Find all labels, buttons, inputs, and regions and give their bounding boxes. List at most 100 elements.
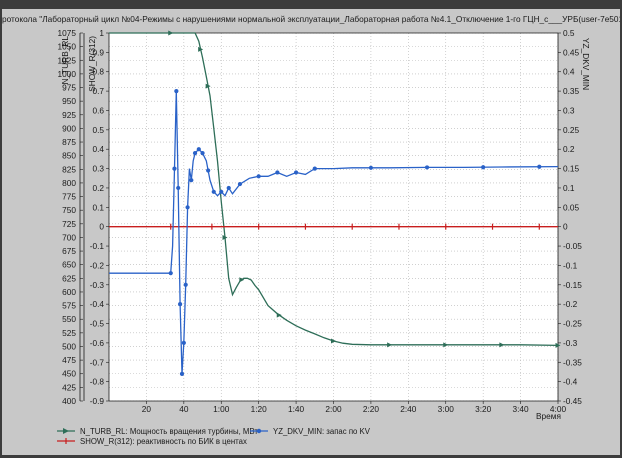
x-tick-label: 3:00 xyxy=(438,404,455,414)
legend-item-yz-dkv: YZ_DKV_MIN: запас по KV xyxy=(250,427,371,436)
y2-tick-label: 1 xyxy=(99,28,104,38)
legend-item-n-turb: N_TURB_RL: Мощность вращения турбины, МВ… xyxy=(57,427,258,436)
x-tick-label: 1:00 xyxy=(213,404,230,414)
y-tick-label: 825 xyxy=(62,164,76,174)
legend-label-yz-dkv: YZ_DKV_MIN: запас по KV xyxy=(273,427,371,436)
y-axis-label-yz-dkv: YZ_DKV_MIN xyxy=(581,38,591,90)
y3-tick-label: 0.5 xyxy=(563,28,575,38)
y3-tick-label: 0.35 xyxy=(563,86,580,96)
y2-tick-label: 0.1 xyxy=(92,202,104,212)
y-tick-label: 850 xyxy=(62,151,76,161)
y2-tick-label: -0.9 xyxy=(90,396,105,406)
y-tick-label: 525 xyxy=(62,328,76,338)
data-point-yz-dkv xyxy=(226,185,231,191)
y-tick-label: 725 xyxy=(62,219,76,229)
y3-tick-label: -0.25 xyxy=(563,319,582,329)
legend-label-show-r: SHOW_R(312): реактивность по БИК в цента… xyxy=(80,437,247,446)
y-tick-label: 950 xyxy=(62,96,76,106)
y-tick-label: 775 xyxy=(62,192,76,202)
y2-tick-label: -0.7 xyxy=(90,357,105,367)
data-point-yz-dkv xyxy=(192,150,198,156)
legend-item-show-r: SHOW_R(312): реактивность по БИК в цента… xyxy=(57,437,247,446)
x-tick-label: 40 xyxy=(179,404,189,414)
y-tick-label: 400 xyxy=(62,396,76,406)
data-point-yz-dkv xyxy=(200,150,205,156)
y-tick-label: 575 xyxy=(62,301,76,311)
y2-tick-label: 0 xyxy=(99,222,104,232)
y-axis-label-n-turb: N_TURB_RL xyxy=(60,36,70,85)
y-tick-label: 425 xyxy=(62,382,76,392)
data-point-yz-dkv xyxy=(185,205,190,210)
y2-tick-label: -0.2 xyxy=(90,260,105,270)
y-tick-label: 625 xyxy=(62,273,76,283)
y3-tick-label: 0.45 xyxy=(563,47,580,57)
y-tick-label: 550 xyxy=(62,314,76,324)
y3-tick-label: -0.1 xyxy=(563,260,578,270)
y-tick-label: 800 xyxy=(62,178,76,188)
data-point-yz-dkv xyxy=(189,178,194,183)
data-point-yz-dkv xyxy=(237,181,243,187)
y2-tick-label: -0.1 xyxy=(90,241,105,251)
y2-tick-label: -0.8 xyxy=(90,377,105,387)
y3-tick-label: 0.4 xyxy=(563,67,575,77)
data-point-yz-dkv xyxy=(172,166,177,171)
y-tick-label: 650 xyxy=(62,260,76,270)
y2-tick-label: 0.3 xyxy=(92,164,104,174)
x-tick-label: 1:20 xyxy=(251,404,268,414)
y3-tick-label: 0.15 xyxy=(563,164,580,174)
y2-tick-label: 0.6 xyxy=(92,105,104,115)
x-tick-label: 3:20 xyxy=(475,404,492,414)
y2-tick-label: -0.4 xyxy=(90,299,105,309)
y-tick-label: 500 xyxy=(62,341,76,351)
data-point-yz-dkv xyxy=(168,271,173,276)
y-tick-label: 450 xyxy=(62,369,76,379)
y3-tick-label: 0.3 xyxy=(563,105,575,115)
y-tick-label: 600 xyxy=(62,287,76,297)
y2-tick-label: -0.6 xyxy=(90,338,105,348)
data-point-yz-dkv xyxy=(219,189,224,194)
y-tick-label: 875 xyxy=(62,137,76,147)
y3-tick-label: -0.4 xyxy=(563,377,578,387)
data-point-yz-dkv xyxy=(196,147,201,152)
data-point-yz-dkv xyxy=(183,282,188,287)
y3-tick-label: 0.05 xyxy=(563,202,580,212)
data-point-yz-dkv xyxy=(293,170,299,175)
y3-tick-label: -0.35 xyxy=(563,357,582,367)
y-tick-label: 900 xyxy=(62,123,76,133)
data-point-yz-dkv xyxy=(176,185,181,191)
yz-dkv-axis: 0.5 0.45 0.4 0.35 0.3 0.25 0.2 0.15 0.1 0.05 0 -0.0… xyxy=(558,28,582,406)
y3-tick-label: 0 xyxy=(563,222,568,232)
x-tick-label: 20 xyxy=(142,404,152,414)
x-tick-label: 2:00 xyxy=(325,404,342,414)
y3-tick-label: -0.3 xyxy=(563,338,578,348)
data-point-yz-dkv xyxy=(424,165,430,170)
legend-label-n-turb: N_TURB_RL: Мощность вращения турбины, МВ… xyxy=(80,427,258,436)
y-tick-label: 750 xyxy=(62,205,76,215)
x-axis-label: Время xyxy=(536,411,561,421)
y3-tick-label: 0.1 xyxy=(563,183,575,193)
x-tick-label: 2:20 xyxy=(363,404,380,414)
y-tick-label: 700 xyxy=(62,232,76,242)
y2-tick-label: 0.5 xyxy=(92,125,104,135)
data-point-yz-dkv xyxy=(181,340,186,345)
x-tick-label: 3:40 xyxy=(513,404,530,414)
y-tick-label: 675 xyxy=(62,246,76,256)
y3-tick-label: 0.25 xyxy=(563,125,580,135)
y-tick-label: 475 xyxy=(62,355,76,365)
y2-tick-label: 0.2 xyxy=(92,183,104,193)
x-axis: 20 40 1:00 1:20 1:40 2:00 2:20 2:40 3:00 3:20 3:40… xyxy=(142,401,566,414)
data-point-yz-dkv xyxy=(481,165,486,170)
y3-tick-label: -0.05 xyxy=(563,241,582,251)
y3-tick-label: -0.15 xyxy=(563,280,582,290)
data-point-yz-dkv xyxy=(211,189,216,194)
data-point-yz-dkv xyxy=(174,89,179,94)
data-point-yz-dkv xyxy=(179,371,185,376)
y3-tick-label: 0.2 xyxy=(563,144,575,154)
data-point-yz-dkv xyxy=(275,170,280,175)
line-chart: 1075105010251000975950925900875850825800… xyxy=(57,28,591,446)
y3-tick-label: -0.2 xyxy=(563,299,578,309)
legend: N_TURB_RL: Мощность вращения турбины, МВ… xyxy=(57,427,371,446)
y-axis-label-show-r: SHOW_R(312) xyxy=(87,36,97,92)
data-point-yz-dkv xyxy=(368,165,374,170)
x-tick-label: 1:40 xyxy=(288,404,305,414)
